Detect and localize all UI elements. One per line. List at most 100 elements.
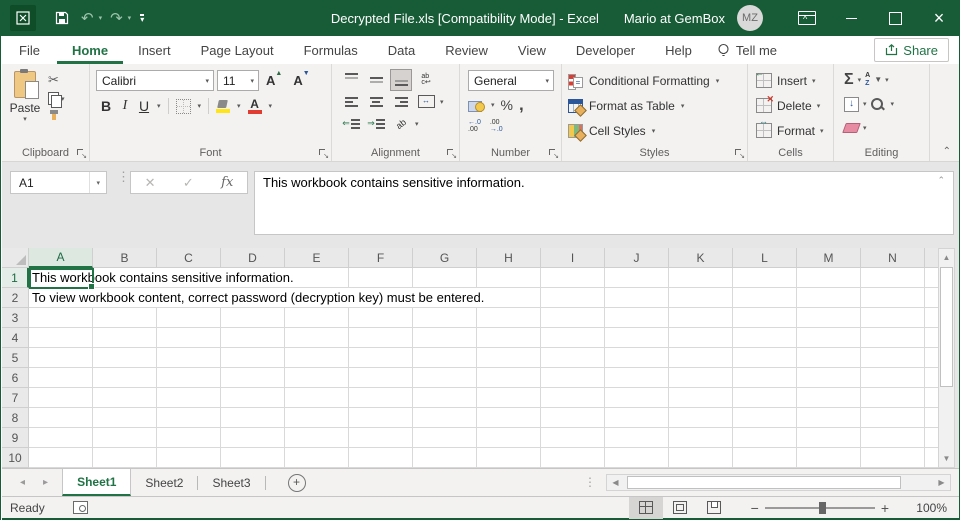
cell-H9[interactable] — [477, 428, 541, 448]
cell-E4[interactable] — [285, 328, 349, 348]
accounting-dropdown-icon[interactable]: ▾ — [491, 101, 495, 109]
cell-G6[interactable] — [413, 368, 477, 388]
formula-bar-input[interactable]: This workbook contains sensitive informa… — [254, 171, 954, 235]
undo-icon[interactable]: ↶ — [76, 5, 99, 31]
tab-bar-drag-handle[interactable]: ⋮ — [584, 480, 596, 485]
font-name-dropdown-icon[interactable]: ▾ — [201, 77, 213, 85]
cell-E5[interactable] — [285, 348, 349, 368]
row-header-10[interactable]: 10 — [2, 448, 29, 468]
customize-qat-icon[interactable]: ▾ — [140, 14, 144, 23]
font-size-combo[interactable]: 11▾ — [217, 70, 259, 91]
cell-K10[interactable] — [669, 448, 733, 468]
cut-icon[interactable]: ✂ — [48, 72, 65, 88]
scroll-right-icon[interactable]: ▶ — [933, 478, 950, 487]
horizontal-scrollbar[interactable]: ◀ ▶ — [606, 474, 951, 491]
cell-A9[interactable] — [29, 428, 93, 448]
row-header-5[interactable]: 5 — [2, 348, 29, 368]
fill-button[interactable]: ↓ — [844, 97, 859, 112]
cell-C3[interactable] — [157, 308, 221, 328]
cell-H3[interactable] — [477, 308, 541, 328]
align-center-button[interactable] — [365, 91, 387, 113]
normal-view-button[interactable] — [629, 497, 663, 519]
cell-N4[interactable] — [861, 328, 925, 348]
cell-G4[interactable] — [413, 328, 477, 348]
cell-H8[interactable] — [477, 408, 541, 428]
cell-F6[interactable] — [349, 368, 413, 388]
orientation-dropdown-icon[interactable]: ▾ — [415, 120, 419, 128]
format-painter-icon[interactable] — [48, 109, 65, 121]
cell-H6[interactable] — [477, 368, 541, 388]
vertical-scroll-thumb[interactable] — [940, 267, 953, 387]
cell-N5[interactable] — [861, 348, 925, 368]
cell-B6[interactable] — [93, 368, 157, 388]
cell-B3[interactable] — [93, 308, 157, 328]
tab-view[interactable]: View — [503, 36, 561, 64]
increase-indent-button[interactable]: ⇒ — [365, 113, 387, 135]
undo-dropdown-icon[interactable]: ▾ — [98, 14, 104, 22]
number-format-dropdown-icon[interactable]: ▾ — [541, 77, 553, 85]
cell-M2[interactable] — [797, 288, 861, 308]
accounting-format-icon[interactable] — [468, 99, 485, 112]
cell-L2[interactable] — [733, 288, 797, 308]
bold-button[interactable]: B — [100, 98, 112, 114]
tab-review[interactable]: Review — [430, 36, 503, 64]
cell-E10[interactable] — [285, 448, 349, 468]
cell-C10[interactable] — [157, 448, 221, 468]
cell-E6[interactable] — [285, 368, 349, 388]
formula-bar-drag-handle[interactable]: ⋮ — [117, 174, 130, 180]
redo-icon[interactable]: ↷ — [105, 5, 128, 31]
cell-B7[interactable] — [93, 388, 157, 408]
styles-dialog-launcher-icon[interactable] — [734, 148, 744, 158]
save-icon[interactable] — [50, 5, 74, 31]
cell-F7[interactable] — [349, 388, 413, 408]
row-header-4[interactable]: 4 — [2, 328, 29, 348]
cell-L9[interactable] — [733, 428, 797, 448]
increase-decimal-button[interactable]: ←.0.00 — [468, 119, 481, 133]
confirm-entry-icon[interactable]: ✓ — [183, 175, 194, 191]
cell-J9[interactable] — [605, 428, 669, 448]
column-header-F[interactable]: F — [349, 248, 413, 268]
cell-A10[interactable] — [29, 448, 93, 468]
alignment-dialog-launcher-icon[interactable] — [446, 148, 456, 158]
cell-E9[interactable] — [285, 428, 349, 448]
format-cells-button[interactable]: Format▾ — [756, 118, 833, 143]
horizontal-scroll-thumb[interactable] — [627, 476, 901, 489]
column-header-C[interactable]: C — [157, 248, 221, 268]
cell-I8[interactable] — [541, 408, 605, 428]
cell-F9[interactable] — [349, 428, 413, 448]
zoom-out-button[interactable]: − — [745, 500, 765, 516]
cell-M4[interactable] — [797, 328, 861, 348]
column-header-L[interactable]: L — [733, 248, 797, 268]
cell-H7[interactable] — [477, 388, 541, 408]
clear-icon[interactable] — [842, 123, 861, 133]
cell-A6[interactable] — [29, 368, 93, 388]
zoom-slider-thumb[interactable] — [819, 502, 826, 514]
format-as-table-button[interactable]: Format as Table▾ — [568, 93, 747, 118]
tab-developer[interactable]: Developer — [561, 36, 650, 64]
cell-E8[interactable] — [285, 408, 349, 428]
tab-data[interactable]: Data — [373, 36, 430, 64]
excel-app-icon[interactable] — [10, 5, 36, 31]
cell-K1[interactable] — [669, 268, 733, 288]
row-header-6[interactable]: 6 — [2, 368, 29, 388]
vertical-scrollbar[interactable]: ▲ ▼ — [938, 248, 955, 468]
column-header-H[interactable]: H — [477, 248, 541, 268]
borders-dropdown-icon[interactable]: ▾ — [198, 102, 202, 110]
name-box[interactable]: A1 ▾ — [10, 171, 107, 194]
tab-formulas[interactable]: Formulas — [289, 36, 373, 64]
delete-cells-button[interactable]: Delete▾ — [756, 93, 833, 118]
cell-I3[interactable] — [541, 308, 605, 328]
cell-I7[interactable] — [541, 388, 605, 408]
cell-M8[interactable] — [797, 408, 861, 428]
next-sheet-icon[interactable]: ▸ — [43, 477, 48, 488]
cell-M1[interactable] — [797, 268, 861, 288]
cell-J5[interactable] — [605, 348, 669, 368]
cell-G3[interactable] — [413, 308, 477, 328]
cell-C9[interactable] — [157, 428, 221, 448]
autosum-button[interactable]: Σ — [844, 72, 854, 88]
cell-J10[interactable] — [605, 448, 669, 468]
tell-me-box[interactable]: Tell me — [707, 43, 787, 58]
number-format-combo[interactable]: General▾ — [468, 70, 554, 91]
column-header-N[interactable]: N — [861, 248, 925, 268]
cell-K8[interactable] — [669, 408, 733, 428]
